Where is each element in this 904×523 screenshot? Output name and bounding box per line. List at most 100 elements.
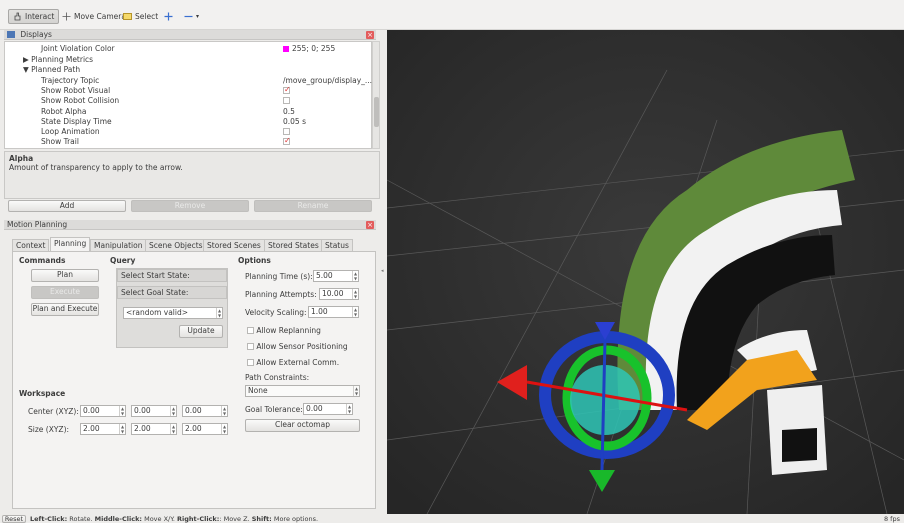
planning-attempts-value: 10.00 bbox=[322, 289, 344, 298]
allow-sensor-option[interactable]: Allow Sensor Positioning bbox=[247, 342, 348, 351]
tab-scene-objects[interactable]: Scene Objects bbox=[145, 239, 207, 251]
add-button[interactable]: Add bbox=[8, 200, 126, 212]
planning-time-label: Planning Time (s): bbox=[245, 272, 313, 281]
dock-splitter[interactable]: ◂ bbox=[380, 30, 387, 514]
spinner-arrows-icon[interactable]: ▲ ▼ bbox=[352, 307, 358, 317]
spinner-arrows-icon[interactable]: ▲ ▼ bbox=[221, 424, 227, 434]
spinner-arrows-icon[interactable]: ▲ ▼ bbox=[119, 406, 125, 416]
center-x-input[interactable]: 0.00 ▲ ▼ bbox=[80, 405, 126, 417]
tab-planning[interactable]: Planning bbox=[50, 237, 91, 251]
tab-stored-scenes[interactable]: Stored Scenes bbox=[203, 239, 265, 251]
color-swatch bbox=[283, 46, 289, 52]
displays-title: Displays bbox=[20, 30, 52, 39]
goal-state-select[interactable]: <random valid> ▲ ▼ bbox=[123, 307, 223, 319]
allow-external-option[interactable]: Allow External Comm. bbox=[247, 358, 339, 367]
row-value[interactable]: /move_group/display_... bbox=[283, 76, 372, 86]
checkbox[interactable] bbox=[247, 343, 254, 350]
collapse-arrow-icon[interactable]: ◂ bbox=[381, 268, 384, 274]
tab-stored-states[interactable]: Stored States bbox=[264, 239, 323, 251]
tool-dropdown-button[interactable]: ▾ bbox=[180, 9, 203, 24]
tree-scrollbar[interactable] bbox=[372, 41, 380, 149]
size-y-input[interactable]: 2.00 ▲ ▼ bbox=[131, 423, 177, 435]
execute-button[interactable]: Execute bbox=[31, 286, 99, 299]
remove-button[interactable]: Remove bbox=[131, 200, 249, 212]
dropdown-arrows-icon: ▲ ▼ bbox=[216, 308, 222, 318]
3d-viewport[interactable] bbox=[387, 30, 904, 514]
hint-right-click: Right-Click: bbox=[177, 515, 220, 523]
planning-time-input[interactable]: 5.00 ▲ ▼ bbox=[313, 270, 359, 282]
center-z-input[interactable]: 0.00 ▲ ▼ bbox=[182, 405, 228, 417]
row-key: Trajectory Topic bbox=[41, 76, 100, 85]
spinner-arrows-icon[interactable]: ▲ ▼ bbox=[119, 424, 125, 434]
tree-row[interactable]: Show Trail bbox=[5, 136, 371, 147]
displays-panel-header: Displays × bbox=[4, 30, 376, 40]
tree-row[interactable]: Show Robot Visual bbox=[5, 85, 371, 96]
displays-tree[interactable]: Joint Violation Color 255; 0; 255 ▶ Plann… bbox=[4, 41, 372, 149]
size-z-value: 2.00 bbox=[185, 424, 202, 433]
planning-time-value: 5.00 bbox=[316, 271, 333, 280]
select-goal-state[interactable]: Select Goal State: bbox=[117, 286, 227, 299]
update-button[interactable]: Update bbox=[179, 325, 223, 338]
plan-and-execute-button[interactable]: Plan and Execute bbox=[31, 303, 99, 316]
size-x-input[interactable]: 2.00 ▲ ▼ bbox=[80, 423, 126, 435]
clear-octomap-button[interactable]: Clear octomap bbox=[245, 419, 360, 432]
size-z-input[interactable]: 2.00 ▲ ▼ bbox=[182, 423, 228, 435]
select-tool-button[interactable]: Select bbox=[119, 9, 162, 24]
path-constraints-select[interactable]: None ▲ ▼ bbox=[245, 385, 360, 397]
tab-manipulation[interactable]: Manipulation bbox=[90, 239, 147, 251]
row-key: Show Trail bbox=[41, 137, 79, 146]
planning-attempts-input[interactable]: 10.00 ▲ ▼ bbox=[319, 288, 359, 300]
spinner-arrows-icon[interactable]: ▲ ▼ bbox=[346, 404, 352, 414]
row-key: Show Robot Collision bbox=[41, 96, 120, 105]
row-value[interactable]: 0.5 bbox=[283, 107, 295, 117]
collapse-arrow-icon[interactable]: ▼ bbox=[23, 65, 31, 74]
goal-tolerance-input[interactable]: 0.00 ▲ ▼ bbox=[303, 403, 353, 415]
checkbox[interactable] bbox=[283, 128, 290, 135]
checkbox[interactable] bbox=[283, 85, 291, 95]
description-title: Alpha bbox=[9, 154, 34, 163]
close-icon[interactable]: × bbox=[366, 221, 374, 229]
spinner-arrows-icon[interactable]: ▲ ▼ bbox=[221, 406, 227, 416]
tree-row[interactable]: ▼ Planned Path bbox=[5, 65, 371, 75]
focus-camera-button[interactable] bbox=[160, 9, 177, 24]
center-label: Center (XYZ): bbox=[28, 407, 79, 416]
close-icon[interactable]: × bbox=[366, 31, 374, 39]
tree-row[interactable]: Show Robot Collision bbox=[5, 96, 371, 106]
checkbox[interactable] bbox=[283, 97, 290, 104]
rename-button[interactable]: Rename bbox=[254, 200, 372, 212]
tab-context[interactable]: Context bbox=[12, 239, 50, 251]
query-heading: Query bbox=[110, 256, 136, 265]
tree-row[interactable]: Trajectory Topic/move_group/display_... bbox=[5, 76, 372, 86]
spinner-arrows-icon[interactable]: ▲ ▼ bbox=[170, 424, 176, 434]
tree-row[interactable]: ▶ Planning Metrics bbox=[5, 55, 371, 65]
checkbox[interactable] bbox=[247, 359, 254, 366]
center-y-input[interactable]: 0.00 ▲ ▼ bbox=[131, 405, 177, 417]
plan-button[interactable]: Plan bbox=[31, 269, 99, 282]
row-value[interactable]: 0.05 s bbox=[283, 117, 306, 127]
tree-row[interactable]: Joint Violation Color 255; 0; 255 bbox=[5, 44, 371, 54]
scene-render[interactable] bbox=[387, 30, 904, 514]
select-start-state[interactable]: Select Start State: bbox=[117, 269, 227, 282]
tree-row[interactable]: Robot Alpha 0.5 bbox=[5, 107, 371, 117]
checkbox[interactable] bbox=[283, 136, 291, 146]
reset-button[interactable]: Reset bbox=[2, 515, 26, 523]
spinner-arrows-icon[interactable]: ▲ ▼ bbox=[352, 289, 358, 299]
velocity-scaling-input[interactable]: 1.00 ▲ ▼ bbox=[308, 306, 359, 318]
expand-arrow-icon[interactable]: ▶ bbox=[23, 55, 31, 64]
tree-row[interactable]: Loop Animation bbox=[5, 127, 371, 137]
planning-attempts-label: Planning Attempts: bbox=[245, 290, 317, 299]
goal-state-value: <random valid> bbox=[126, 308, 189, 317]
spinner-arrows-icon[interactable]: ▲ ▼ bbox=[352, 271, 358, 281]
scrollbar-thumb[interactable] bbox=[374, 97, 379, 127]
move-camera-icon bbox=[62, 12, 71, 21]
hint-shift: Shift: bbox=[251, 515, 272, 523]
mouse-hints: Left-Click: Rotate. Middle-Click: Move X… bbox=[30, 515, 318, 523]
row-key: Loop Animation bbox=[41, 127, 100, 136]
tab-status[interactable]: Status bbox=[321, 239, 353, 251]
options-heading: Options bbox=[238, 256, 271, 265]
allow-replanning-option[interactable]: Allow Replanning bbox=[247, 326, 321, 335]
spinner-arrows-icon[interactable]: ▲ ▼ bbox=[170, 406, 176, 416]
interact-tool-button[interactable]: Interact bbox=[8, 9, 60, 24]
checkbox[interactable] bbox=[247, 327, 254, 334]
tree-row[interactable]: State Display Time 0.05 s bbox=[5, 117, 371, 127]
